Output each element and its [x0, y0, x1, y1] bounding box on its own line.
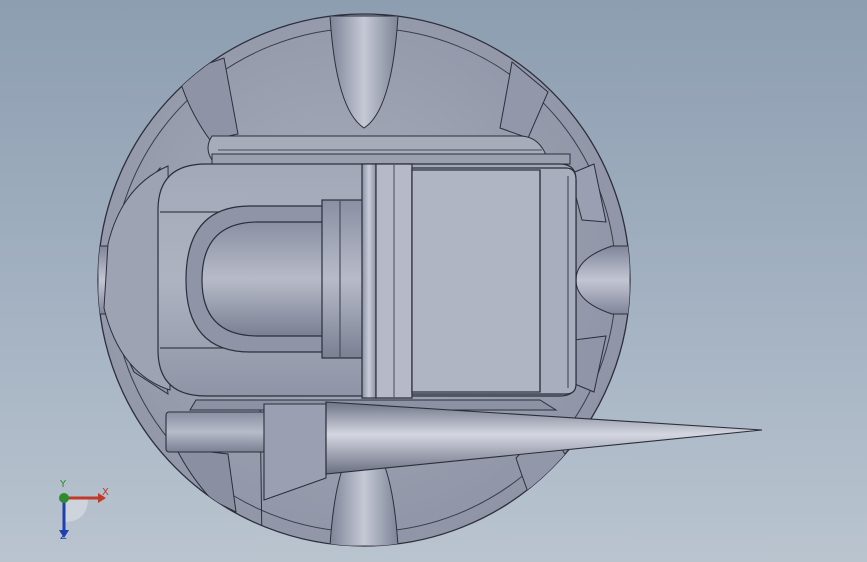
- z-axis-label: Z: [60, 531, 67, 542]
- graphics-viewport[interactable]: X Y Z: [0, 0, 867, 562]
- shaft: [321, 199, 367, 359]
- y-axis-label: Y: [60, 479, 67, 490]
- top-rail[interactable]: [207, 135, 571, 165]
- pin-cylinder: [165, 411, 267, 453]
- axis-triad: X Y Z: [48, 480, 118, 550]
- 3d-model[interactable]: [0, 0, 867, 562]
- flange[interactable]: [361, 163, 413, 399]
- x-axis-label: X: [102, 487, 109, 498]
- square-block[interactable]: [411, 167, 577, 395]
